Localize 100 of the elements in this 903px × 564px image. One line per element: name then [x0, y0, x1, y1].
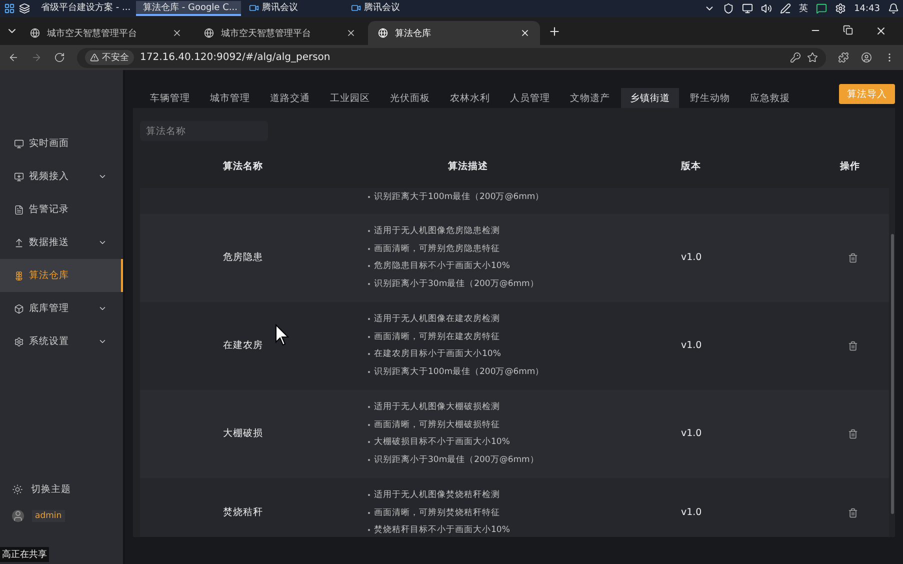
avatar-icon	[12, 510, 24, 522]
notification-icon[interactable]	[888, 3, 899, 14]
app-icon	[249, 2, 259, 12]
forward-icon[interactable]	[31, 52, 42, 63]
description-line: 识别距离大于100m最佳（200万@6mm）	[374, 366, 544, 378]
taskbar-app[interactable]: 算法仓库 - Google C...	[136, 1, 241, 16]
description-line: 画面清晰，可辨别大棚破损特征	[374, 418, 500, 431]
column-header: 算法描述	[447, 160, 489, 172]
algorithm-name: 危房隐患	[222, 251, 264, 264]
cube-icon	[14, 304, 24, 314]
upload-icon	[14, 238, 24, 248]
sidebar-item[interactable]: 实时画面	[0, 127, 123, 160]
description-line: 适用于无人机图像危房隐患检测	[374, 225, 500, 238]
sidebar-item[interactable]: 数据推送	[0, 226, 123, 259]
address-field[interactable]: 不安全 172.16.40.120:9092/#/alg/alg_person	[77, 48, 826, 68]
browser-tab[interactable]: 城市空天智慧管理平台	[194, 21, 366, 45]
theme-toggle[interactable]: 切换主题	[12, 483, 111, 496]
version: v1.0	[680, 340, 703, 351]
delete-icon[interactable]	[848, 508, 858, 518]
description-line: 危房隐患目标不小于画面大小10%	[374, 260, 510, 272]
description-line: 在建农房目标小于画面大小10%	[374, 348, 501, 360]
app-icon	[351, 2, 361, 12]
input-method[interactable]: 英	[799, 2, 808, 15]
browser-tab[interactable]: 算法仓库	[368, 21, 540, 45]
flower-icon	[14, 270, 24, 280]
sidebar-item[interactable]: 算法仓库	[0, 259, 123, 292]
url-text: 172.16.40.120:9092/#/alg/alg_person	[140, 52, 332, 63]
search-input[interactable]: 算法名称	[146, 126, 262, 136]
sidebar-item[interactable]: 视频接入	[0, 160, 123, 193]
delete-icon[interactable]	[848, 252, 858, 262]
clock[interactable]: 14:43	[854, 4, 880, 14]
pen-icon[interactable]	[780, 3, 792, 14]
document-icon	[14, 204, 24, 214]
close-icon[interactable]	[346, 28, 356, 38]
description-line: 画面清晰，可辨别危房隐患特征	[374, 242, 500, 255]
column-header: 版本	[680, 160, 702, 172]
close-icon[interactable]	[520, 28, 530, 38]
key-icon[interactable]	[790, 52, 801, 63]
version: v1.0	[680, 252, 703, 263]
column-header: 算法名称	[222, 160, 264, 172]
close-icon[interactable]	[172, 28, 182, 38]
description-line: 适用于无人机图像在建农房检测	[374, 313, 500, 326]
settings-icon	[14, 336, 24, 346]
category-tab[interactable]: 光伏面板	[381, 88, 439, 108]
monitor-download-icon	[14, 172, 24, 182]
category-tab[interactable]: 人员管理	[501, 88, 559, 108]
taskbar-app[interactable]: 腾讯会议	[347, 1, 445, 16]
shield-icon[interactable]	[723, 3, 734, 14]
mouse-pointer-icon	[275, 324, 289, 346]
column-header: 操作	[838, 160, 861, 172]
globe-icon	[30, 28, 40, 38]
description-line: 识别距离大于100m最佳（200万@6mm）	[374, 190, 544, 203]
taskbar-app[interactable]: 省级平台建设方案 - ...	[34, 1, 132, 16]
monitor-icon	[14, 138, 24, 148]
settings-icon[interactable]	[835, 3, 846, 14]
taskbar-app[interactable]: 腾讯会议	[245, 1, 343, 16]
security-badge[interactable]: 不安全	[85, 50, 134, 65]
close-icon[interactable]	[875, 25, 887, 37]
profile-icon[interactable]	[861, 52, 872, 63]
browser-tab[interactable]: 城市空天智慧管理平台	[20, 21, 192, 45]
share-notice: 高正在共享	[0, 547, 49, 562]
delete-icon[interactable]	[848, 340, 858, 350]
task-view-icon[interactable]	[19, 3, 30, 14]
sidebar-item[interactable]: 底库管理	[0, 292, 123, 325]
description-line: 画面清晰，可辨别在建农房特征	[374, 330, 500, 343]
username: admin	[32, 510, 65, 522]
sun-icon	[12, 484, 23, 495]
scrollbar-thumb[interactable]	[890, 234, 894, 514]
description-line: 适用于无人机图像大棚破损检测	[374, 401, 500, 414]
globe-icon	[204, 28, 214, 38]
extensions-icon[interactable]	[838, 52, 849, 63]
category-tab[interactable]: 农林水利	[441, 88, 499, 108]
category-tab[interactable]: 道路交通	[261, 88, 319, 108]
monitor-icon[interactable]	[742, 3, 754, 14]
reload-icon[interactable]	[54, 52, 65, 63]
category-tab[interactable]: 文物遗产	[561, 88, 619, 108]
sidebar-item[interactable]: 系统设置	[0, 325, 123, 358]
description-line: 适用于无人机图像焚烧秸秆检测	[374, 489, 500, 502]
chat-icon[interactable]	[816, 3, 828, 14]
category-tab[interactable]: 野生动物	[681, 88, 739, 108]
description-line: 大棚破损目标不小于画面大小10%	[374, 436, 510, 448]
star-icon[interactable]	[807, 52, 818, 63]
category-tab[interactable]: 城市管理	[201, 88, 259, 108]
algorithm-name: 大棚破损	[222, 427, 264, 440]
volume-icon[interactable]	[761, 3, 772, 14]
search-field[interactable]: 算法名称	[140, 121, 268, 141]
warning-icon	[90, 53, 99, 62]
category-tab[interactable]: 车辆管理	[141, 88, 199, 108]
sidebar-item[interactable]: 告警记录	[0, 193, 123, 226]
category-tab[interactable]: 乡镇街道	[621, 88, 679, 108]
description-line: 识别距离小于30m最佳（200万@6mm）	[374, 278, 539, 290]
version: v1.0	[680, 428, 703, 439]
start-icon[interactable]	[4, 3, 15, 14]
back-icon[interactable]	[8, 52, 19, 63]
category-tab[interactable]: 工业园区	[321, 88, 379, 108]
new-tab-icon[interactable]	[548, 24, 561, 38]
version: v1.0	[680, 507, 703, 518]
category-tab[interactable]: 应急救援	[741, 88, 799, 108]
delete-icon[interactable]	[848, 428, 858, 438]
restore-icon[interactable]	[843, 25, 853, 35]
